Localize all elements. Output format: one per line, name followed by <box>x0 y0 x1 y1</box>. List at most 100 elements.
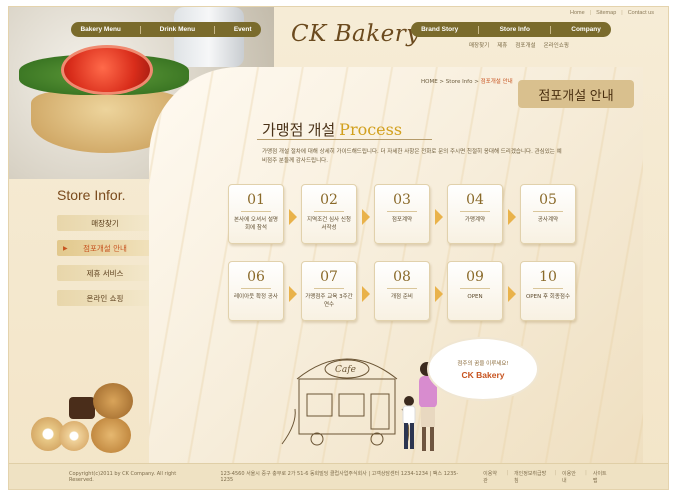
sidebar-menu: 매장찾기 ▶ 점포개설 안내 제휴 서비스 온라인 쇼핑 <box>57 215 153 315</box>
sidebar-item-store-finder[interactable]: 매장찾기 <box>57 215 153 231</box>
chevron-right-icon <box>435 286 443 302</box>
section-title-ko: 가맹점 개설 <box>262 122 336 139</box>
divider <box>241 211 271 212</box>
process-step: 06 레이아웃 확정 공사 <box>228 261 297 321</box>
process-step: 08 개점 준비 <box>374 261 443 321</box>
process-step: 05 공사계약 <box>520 184 576 244</box>
process-step: 09 OPEN <box>447 261 516 321</box>
step-label: 지역조건 심사 신청서작성 <box>307 217 351 231</box>
footer-link-sitemap[interactable]: 사이트맵 <box>593 470 610 484</box>
step-label: 본사에 오셔서 설명회에 참석 <box>234 217 278 231</box>
separator: | <box>585 469 587 476</box>
address-text: 123-4560 서울시 중구 충무로 2가 51-6 동희빌딩 클럽사업주식회… <box>220 471 459 483</box>
step-number: 07 <box>320 269 338 285</box>
step-number: 02 <box>320 192 338 208</box>
step-number: 09 <box>466 269 484 285</box>
subnav-item[interactable]: 제휴 <box>497 41 507 49</box>
brand-logo[interactable]: CK Bakery <box>291 21 420 47</box>
jar-image <box>174 7 244 67</box>
process-step: 07 가맹점주 교육 3주간연수 <box>301 261 370 321</box>
sitemap-link[interactable]: Sitemap <box>596 10 616 16</box>
step-label: 가맹계약 <box>464 217 486 223</box>
page-title: 점포개설 안내 <box>518 80 634 108</box>
nav-drink-menu[interactable]: Drink Menu <box>160 26 195 33</box>
process-step: 02 지역조건 심사 신청서작성 <box>301 184 370 244</box>
divider <box>314 288 344 289</box>
nav-company[interactable]: Company <box>571 26 601 33</box>
nav-bakery-menu[interactable]: Bakery Menu <box>80 26 120 33</box>
breadcrumb: HOME > Store Info > 점포개설 안내 <box>421 77 513 85</box>
divider <box>314 211 344 212</box>
step-number: 06 <box>247 269 265 285</box>
footer-links: 이용약관 | 개인정보취급방침 | 이용안내 | 사이트맵 <box>483 470 610 484</box>
home-link[interactable]: Home <box>570 10 585 16</box>
nav-separator <box>550 25 552 34</box>
sidebar-item-online-shop[interactable]: 온라인 쇼핑 <box>57 290 153 306</box>
process-steps-row-2: 06 레이아웃 확정 공사 07 가맹점주 교육 3주간연수 08 개점 준비 … <box>228 261 576 321</box>
process-step: 10 OPEN 후 회종점수 <box>520 261 576 321</box>
footer: Copyright(c)2011 by CK Company. All righ… <box>9 463 668 489</box>
copyright-text: Copyright(c)2011 by CK Company. All righ… <box>69 470 177 483</box>
subnav-item[interactable]: 온라인쇼핑 <box>544 41 569 49</box>
section-title-en: Process <box>339 120 403 139</box>
step-label: OPEN 후 회종점수 <box>525 294 571 300</box>
nav-brand-story[interactable]: Brand Story <box>421 26 458 33</box>
divider <box>460 211 490 212</box>
separator: | <box>621 10 623 16</box>
sidebar-item-label: 온라인 쇼핑 <box>86 293 124 303</box>
main-nav-right: Brand Story Store Info Company <box>411 22 611 37</box>
step-number: 01 <box>247 192 265 208</box>
chevron-right-icon <box>362 286 370 302</box>
divider <box>241 288 271 289</box>
cloud-slogan: 점주의 꿈을 이루세요! <box>457 360 509 367</box>
cafe-sign-text: Cafe <box>335 365 356 375</box>
cloud-brand: CK Bakery <box>461 369 505 380</box>
top-utility-links: Home | Sitemap | Contact us <box>570 10 654 16</box>
chevron-right-icon <box>289 286 297 302</box>
footer-link-privacy[interactable]: 개인정보취급방침 <box>514 470 548 484</box>
separator: | <box>589 10 592 16</box>
divider <box>387 211 417 212</box>
step-label: 개점 준비 <box>391 294 413 300</box>
sidebar-item-label: 점포개설 안내 <box>83 243 127 253</box>
chevron-right-icon <box>435 209 443 225</box>
chevron-right-icon <box>362 209 370 225</box>
contact-link[interactable]: Contact us <box>628 10 654 16</box>
sidebar-item-label: 제휴 서비스 <box>86 268 124 278</box>
nav-event[interactable]: Event <box>234 26 252 33</box>
title-underline <box>257 139 432 140</box>
separator: | <box>554 469 557 476</box>
sidebar-title: Store Infor. <box>57 187 126 203</box>
process-step: 03 점포계약 <box>374 184 443 244</box>
arrow-right-icon: ▶ <box>63 244 68 252</box>
sidebar-item-store-opening[interactable]: ▶ 점포개설 안내 <box>57 240 153 256</box>
step-label: 점포계약 <box>391 217 413 223</box>
nav-separator <box>139 25 141 34</box>
footer-link-terms[interactable]: 이용약관 <box>483 470 500 484</box>
step-number: 03 <box>393 192 411 208</box>
main-nav-left: Bakery Menu Drink Menu Event <box>71 22 261 37</box>
sidebar-item-partnership[interactable]: 제휴 서비스 <box>57 265 153 281</box>
subnav-item[interactable]: 점포개설 <box>515 41 535 49</box>
process-step: 01 본사에 오셔서 설명회에 참석 <box>228 184 297 244</box>
sub-nav: 매장찾기 제휴 점포개설 온라인쇼핑 <box>469 41 569 49</box>
sidebar-item-label: 매장찾기 <box>91 218 119 228</box>
nav-store-info[interactable]: Store Info <box>500 26 530 33</box>
footer-link-guide[interactable]: 이용안내 <box>562 470 579 484</box>
divider <box>460 288 490 289</box>
breadcrumb-current: 점포개설 안내 <box>480 79 513 85</box>
tomato <box>61 45 153 95</box>
chevron-right-icon <box>508 209 516 225</box>
chevron-right-icon <box>508 286 516 302</box>
step-label: 공사계약 <box>537 217 559 223</box>
chevron-right-icon <box>289 209 297 225</box>
step-number: 04 <box>466 192 484 208</box>
divider <box>533 211 563 212</box>
step-label: 가맹점주 교육 3주간연수 <box>305 294 353 308</box>
subnav-item[interactable]: 매장찾기 <box>469 41 489 49</box>
step-label: OPEN <box>467 294 483 300</box>
page-frame: Home | Sitemap | Contact us Bakery Menu … <box>8 6 669 490</box>
section-title: 가맹점 개설 Process <box>262 119 402 140</box>
divider <box>533 288 563 289</box>
separator: | <box>506 469 509 476</box>
